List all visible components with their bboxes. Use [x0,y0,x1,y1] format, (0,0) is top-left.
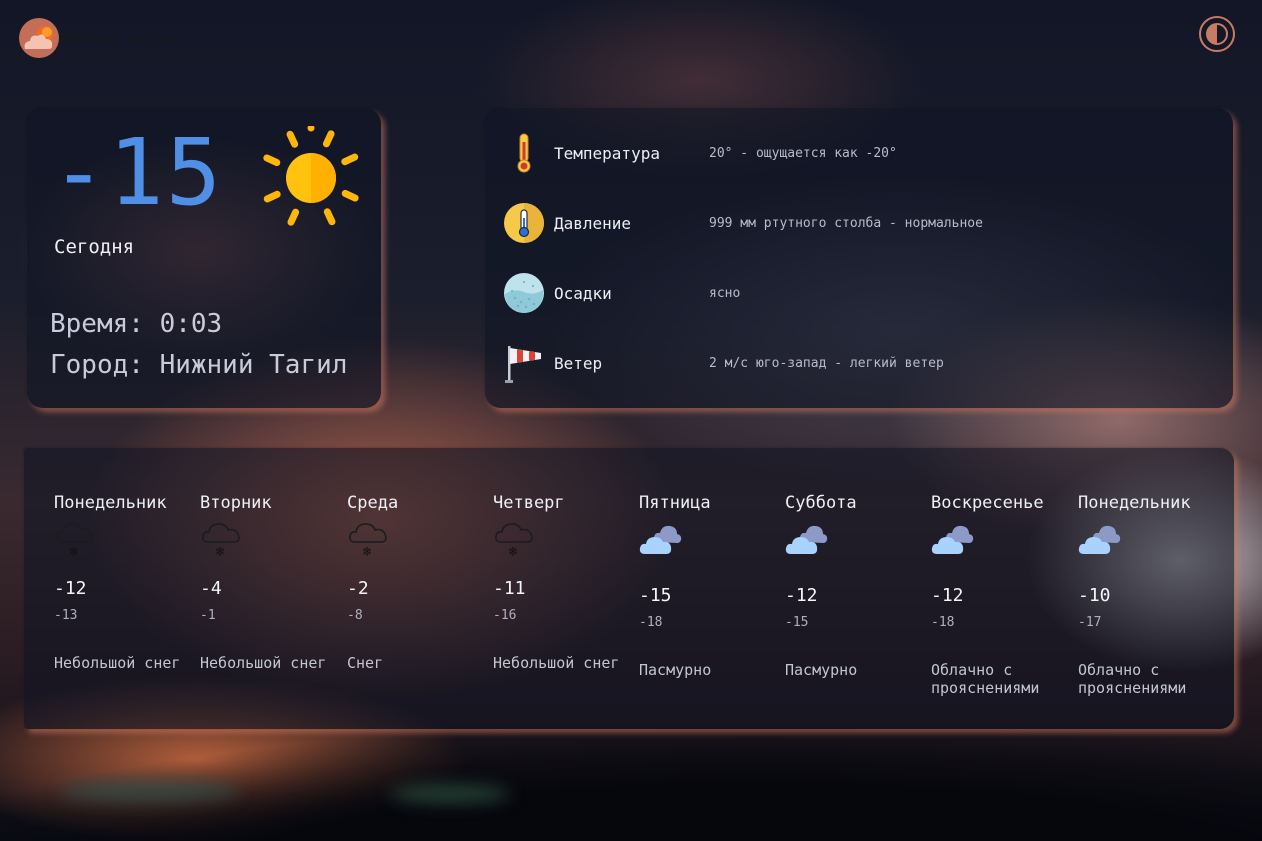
weather-details-card: Температура 20° - ощущается как -20° Дав… [485,108,1233,408]
forecast-temp-low: -8 [347,608,363,623]
app-title: Weather online [61,31,178,47]
thermometer-icon [503,132,545,174]
detail-value: 999 мм ртутного столба - нормальное [709,215,983,231]
forecast-description: Пасмурно [785,661,858,679]
theme-toggle-button[interactable] [1199,16,1235,52]
forecast-description: Небольшой снег [54,654,181,672]
forecast-description: Снег [347,654,384,672]
forecast-day-name: Пятница [639,493,711,513]
forecast-day-name: Среда [347,493,399,513]
svg-text:❄: ❄ [509,544,518,560]
forecast-day-name: Четверг [493,493,565,513]
forecast-description: Облачно с прояснениями [931,661,1040,697]
forecast-temp-high: -15 [639,585,672,606]
detail-row-temperature: Температура 20° - ощущается как -20° [503,132,897,174]
forecast-description: Пасмурно [639,661,712,679]
windsock-icon [503,342,545,384]
forecast-temp-high: -2 [347,578,369,599]
snow-cloud-icon: ❄ [347,518,389,564]
background-light [390,785,510,803]
forecast-day-name: Суббота [785,493,857,513]
current-weather-card: -15 Сегодня Время: 0:03 Город: Нижний Та… [27,108,381,408]
forecast-temp-low: -17 [1078,615,1102,630]
detail-label: Давление [554,213,632,233]
detail-row-pressure: Давление 999 мм ртутного столба - нормал… [503,202,983,244]
snow-cloud-icon: ❄ [54,518,96,564]
svg-text:❄: ❄ [70,544,79,560]
current-time: Время: 0:03 [50,309,223,339]
forecast-temp-low: -18 [931,615,955,630]
app-logo[interactable]: Weather online [19,18,178,58]
forecast-temp-high: -12 [54,578,87,599]
detail-value: 2 м/с юго-запад - легкий ветер [709,355,944,371]
overcast-cloud-icon [931,520,975,560]
forecast-day-name: Воскресенье [931,493,1044,513]
forecast-description: Облачно с прояснениями [1078,661,1187,697]
forecast-temp-low: -13 [54,608,78,623]
snow-cloud-icon: ❄ [200,518,242,564]
overcast-cloud-icon [639,520,683,560]
forecast-day-name: Понедельник [54,493,167,513]
forecast-temp-high: -10 [1078,585,1111,606]
detail-value: ясно [709,285,741,301]
svg-text:❄: ❄ [216,544,225,560]
forecast-day-name: Понедельник [1078,493,1191,513]
forecast-temp-high: -11 [493,578,526,599]
overcast-cloud-icon [785,520,829,560]
snowball-icon [503,272,545,314]
week-forecast-card: Понедельник ❄ -12 -13 Небольшой снег Вто… [24,448,1234,729]
forecast-temp-low: -15 [785,615,809,630]
forecast-temp-low: -16 [493,608,517,623]
forecast-temp-high: -4 [200,578,222,599]
forecast-temp-low: -1 [200,608,216,623]
forecast-temp-low: -18 [639,615,663,630]
detail-value: 20° - ощущается как -20° [709,145,897,161]
forecast-temp-high: -12 [931,585,964,606]
detail-row-precipitation: Осадки ясно [503,272,740,314]
snow-cloud-icon: ❄ [493,518,535,564]
forecast-description: Небольшой снег [493,654,620,672]
detail-label: Осадки [554,283,612,303]
forecast-temp-high: -12 [785,585,818,606]
forecast-day-name: Вторник [200,493,272,513]
cloud-sun-icon [19,18,59,58]
barometer-icon [503,202,545,244]
detail-row-wind: Ветер 2 м/с юго-запад - легкий ветер [503,342,944,384]
detail-label: Ветер [554,353,603,373]
half-circle-theme-icon [1206,23,1228,45]
detail-label: Температура [554,143,660,163]
forecast-description: Небольшой снег [200,654,327,672]
sun-icon [259,124,363,234]
current-day-label: Сегодня [54,236,135,258]
svg-text:❄: ❄ [363,544,372,560]
current-temperature: -15 [51,119,224,226]
background-light [60,780,240,802]
overcast-cloud-icon [1078,520,1122,560]
current-city: Город: Нижний Тагил [50,350,348,380]
